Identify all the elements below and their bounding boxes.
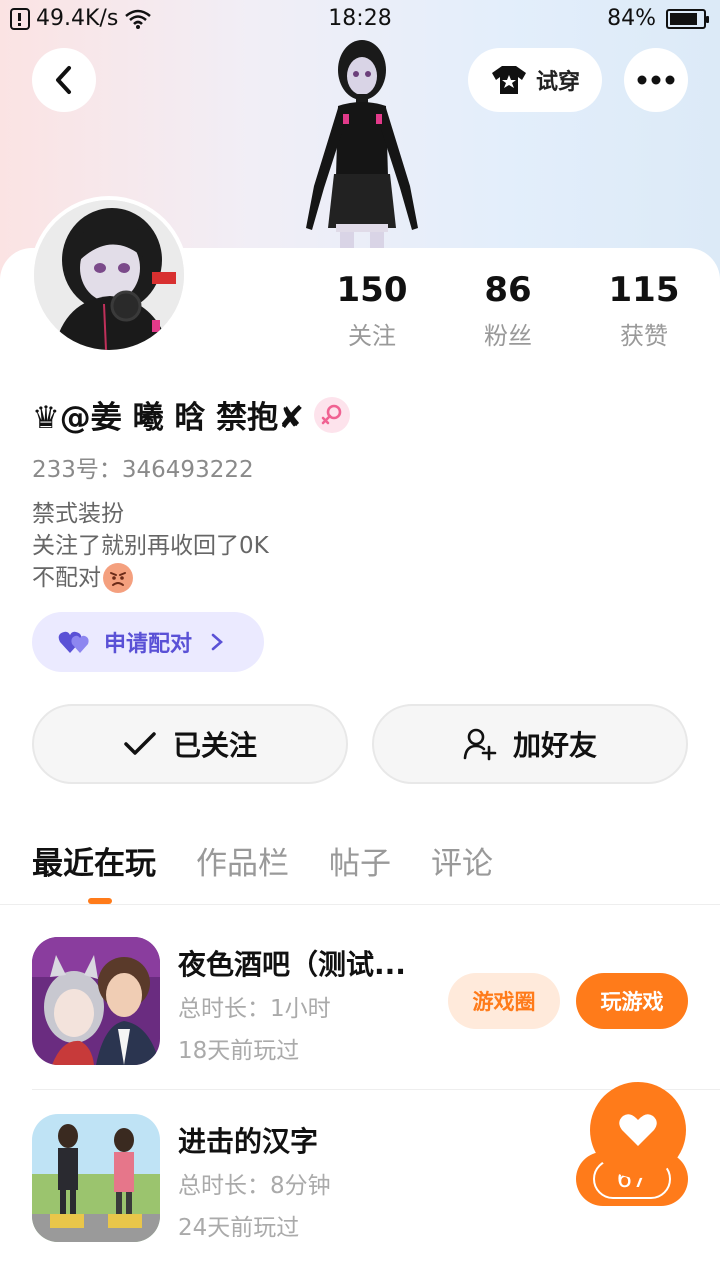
more-button[interactable] [624, 48, 688, 112]
following-button-label: 已关注 [172, 729, 257, 762]
user-name: ♛@姜 曦 晗 禁抱✘ [32, 400, 305, 436]
request-pair-button[interactable]: 申请配对 [32, 612, 264, 672]
game-last-played: 18天前玩过 [178, 1038, 300, 1064]
likes-label: 获赞 [620, 322, 668, 350]
add-person-icon [463, 728, 497, 761]
avatar-image [34, 200, 184, 350]
tab-comments[interactable]: 评论 [431, 838, 493, 883]
likes-count: 115 [608, 270, 680, 310]
add-friend-label: 加好友 [512, 729, 597, 762]
like-button[interactable] [590, 1082, 686, 1178]
angry-face-icon [103, 563, 133, 593]
back-arrow-icon [56, 66, 71, 94]
battery-icon [666, 8, 709, 29]
user-id: 233号：346493222 [32, 457, 254, 483]
heart-icon [619, 1114, 657, 1146]
game-circle-button[interactable]: 游戏圈 [448, 973, 560, 1029]
try-on-button[interactable]: 试穿 [468, 48, 603, 112]
shirt-icon [492, 66, 526, 94]
tab-works[interactable]: 作品栏 [196, 838, 289, 883]
stat-followers[interactable]: 86 粉丝 [448, 270, 568, 351]
double-heart-icon [58, 631, 89, 653]
profile-tabs: 最近在玩 作品栏 帖子 评论 [32, 838, 493, 883]
game-duration: 总时长：1小时 [178, 996, 331, 1022]
request-pair-label: 申请配对 [104, 632, 193, 657]
add-friend-button[interactable]: 加好友 [372, 704, 688, 784]
list-item[interactable]: 夜色酒吧（测试... 总时长：1小时 18天前玩过 游戏圈 玩游戏 [32, 937, 720, 1065]
avatar[interactable] [30, 196, 188, 354]
female-gender-icon [314, 396, 351, 433]
game-duration: 总时长：8分钟 [178, 1173, 331, 1199]
game-circle-label: 游戏圈 [472, 990, 536, 1014]
game-title: 进击的汉字 [178, 1125, 319, 1158]
battery-fill [670, 12, 697, 25]
battery-percent: 84% [607, 6, 656, 31]
back-button[interactable] [32, 48, 96, 112]
game-title: 夜色酒吧（测试... [178, 948, 406, 981]
play-game-label: 玩游戏 [600, 990, 664, 1014]
check-icon [124, 732, 156, 755]
stat-following[interactable]: 150 关注 [312, 270, 432, 351]
bio: 禁式装扮 关注了就别再收回了0K 不配对 [32, 498, 269, 594]
bio-line: 禁式装扮 [32, 501, 124, 527]
followers-label: 粉丝 [484, 322, 532, 350]
tab-recent-games[interactable]: 最近在玩 [32, 838, 156, 883]
divider [0, 904, 720, 905]
name-row: ♛@姜 曦 晗 禁抱✘ [32, 392, 351, 437]
clock: 18:28 [328, 6, 392, 31]
avatar-3d-figure [306, 40, 418, 250]
tab-posts[interactable]: 帖子 [329, 838, 391, 883]
stat-likes[interactable]: 115 获赞 [584, 270, 704, 351]
chevron-right-icon [211, 633, 223, 651]
following-label: 关注 [348, 322, 396, 350]
more-dots-icon [637, 75, 675, 85]
game-last-played: 24天前玩过 [178, 1215, 300, 1241]
try-on-label: 试穿 [536, 70, 581, 95]
bio-line: 关注了就别再收回了0K [32, 533, 269, 559]
following-count: 150 [336, 270, 408, 310]
game-icon [32, 1114, 160, 1242]
game-icon [32, 937, 160, 1065]
play-game-button[interactable]: 玩游戏 [576, 973, 688, 1029]
bio-line: 不配对 [32, 565, 101, 591]
followers-count: 86 [484, 270, 532, 310]
following-button[interactable]: 已关注 [32, 704, 348, 784]
status-bar: 49.4K/s 18:28 84% [0, 0, 720, 38]
